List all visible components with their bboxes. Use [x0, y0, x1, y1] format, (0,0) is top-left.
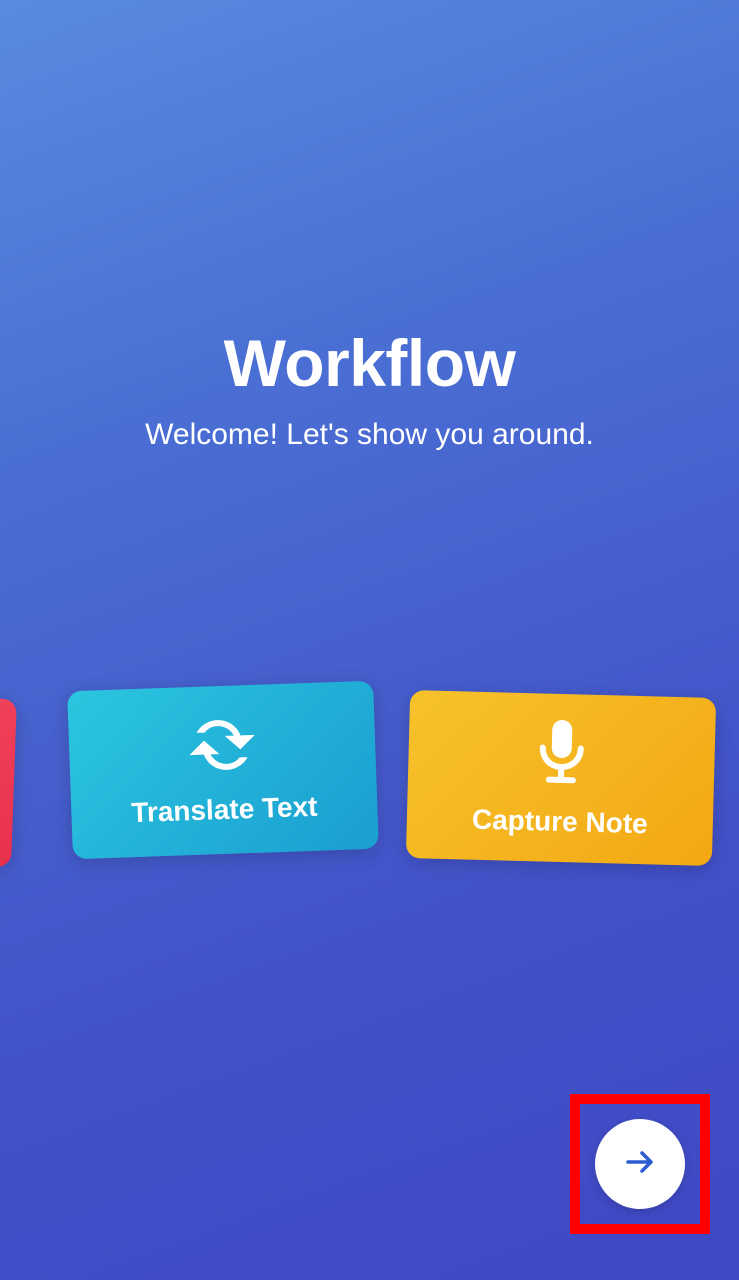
- highlight-box: [570, 1094, 710, 1234]
- workflow-card-partial[interactable]: p: [0, 689, 17, 868]
- card-label: Translate Text: [131, 791, 318, 829]
- page-title: Workflow: [0, 325, 739, 401]
- page-subtitle: Welcome! Let's show you around.: [0, 418, 739, 452]
- workflow-card-capture-note[interactable]: Capture Note: [406, 690, 716, 866]
- card-label: Capture Note: [472, 804, 649, 841]
- arrow-right-icon: [622, 1144, 658, 1185]
- workflow-cards-row: p Translate Text Capture Note: [0, 686, 739, 866]
- microphone-icon: [534, 717, 590, 788]
- workflow-card-translate-text[interactable]: Translate Text: [67, 681, 379, 860]
- next-button[interactable]: [595, 1119, 685, 1209]
- refresh-icon: [186, 713, 258, 777]
